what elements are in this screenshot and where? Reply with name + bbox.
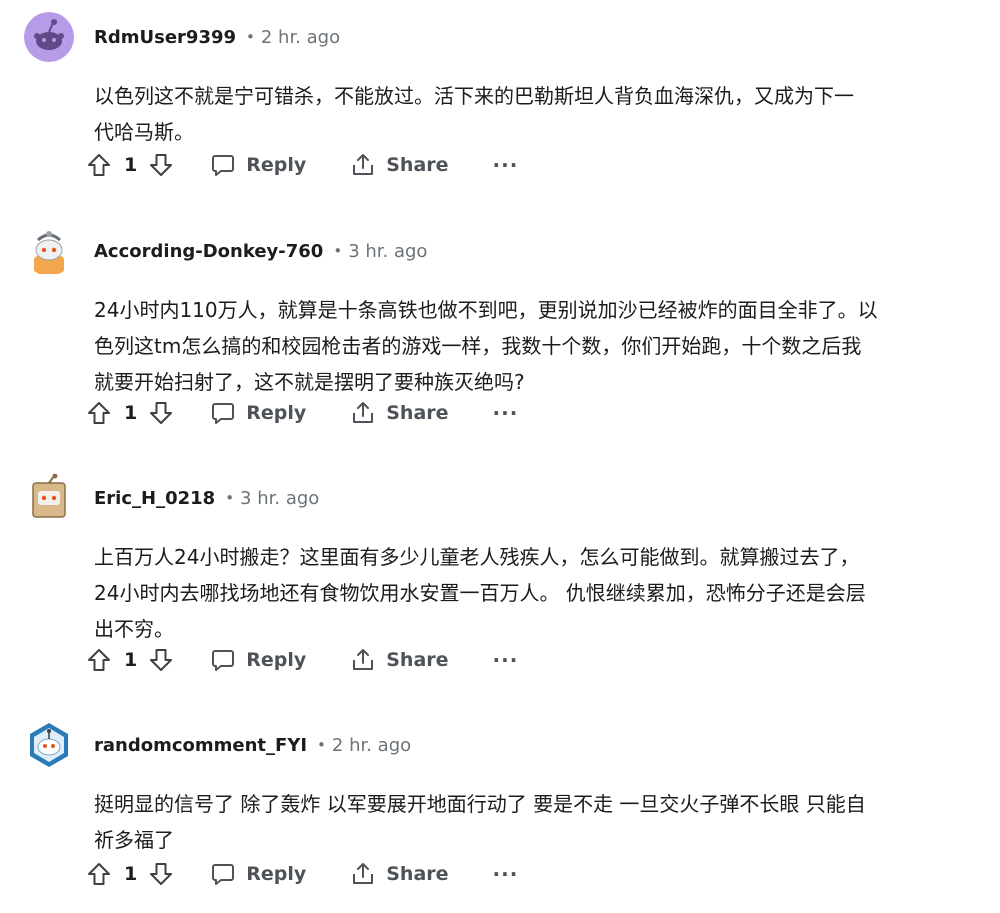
speech-bubble-icon: [210, 647, 236, 673]
upvote-arrow-icon[interactable]: [86, 647, 112, 673]
share-upload-icon: [350, 152, 376, 178]
username[interactable]: RdmUser9399: [94, 27, 236, 48]
share-button[interactable]: Share: [350, 152, 449, 178]
timestamp[interactable]: 3 hr. ago: [240, 488, 319, 509]
username[interactable]: Eric_H_0218: [94, 488, 215, 509]
reply-label: Reply: [246, 649, 307, 671]
avatar[interactable]: [24, 720, 74, 770]
upvote-arrow-icon[interactable]: [86, 152, 112, 178]
more-options-button[interactable]: ···: [493, 862, 519, 886]
reply-label: Reply: [246, 154, 307, 176]
separator-dot: •: [333, 242, 343, 260]
share-button[interactable]: Share: [350, 400, 449, 426]
downvote-arrow-icon[interactable]: [148, 647, 174, 673]
downvote-arrow-icon[interactable]: [148, 400, 174, 426]
vote-score: 1: [124, 649, 138, 671]
speech-bubble-icon: [210, 152, 236, 178]
separator-dot: •: [225, 489, 235, 507]
avatar[interactable]: [24, 226, 74, 276]
avatar[interactable]: [24, 12, 74, 62]
share-label: Share: [386, 863, 449, 885]
timestamp[interactable]: 2 hr. ago: [261, 27, 340, 48]
downvote-arrow-icon[interactable]: [148, 861, 174, 887]
comment-body: 以色列这不就是宁可错杀，不能放过。活下来的巴勒斯坦人背负血海深仇，又成为下一 代…: [94, 84, 854, 144]
timestamp[interactable]: 2 hr. ago: [332, 735, 411, 756]
separator-dot: •: [246, 28, 255, 46]
reply-button[interactable]: Reply: [210, 400, 306, 426]
snoo-avatar-icon: [24, 226, 74, 276]
comment-actions: 1 Reply Share ···: [86, 645, 518, 675]
reply-label: Reply: [246, 863, 307, 885]
snoo-avatar-icon: [24, 473, 74, 523]
comment-body: 挺明显的信号了 除了轰炸 以军要展开地面行动了 要是不走 一旦交火子弹不长眼 只…: [94, 792, 866, 852]
vote-score: 1: [124, 863, 138, 885]
username[interactable]: randomcomment_FYI: [94, 735, 307, 756]
downvote-arrow-icon[interactable]: [148, 152, 174, 178]
share-button[interactable]: Share: [350, 861, 449, 887]
share-upload-icon: [350, 861, 376, 887]
reply-button[interactable]: Reply: [210, 647, 306, 673]
share-button[interactable]: Share: [350, 647, 449, 673]
speech-bubble-icon: [210, 861, 236, 887]
comment-body: 上百万人24小时搬走？这里面有多少儿童老人残疾人，怎么可能做到。就算搬过去了， …: [94, 545, 866, 641]
comment-meta: According-Donkey-760 • 3 hr. ago: [94, 238, 427, 264]
snoo-avatar-icon: [24, 720, 74, 770]
avatar[interactable]: [24, 473, 74, 523]
timestamp[interactable]: 3 hr. ago: [348, 241, 427, 262]
reply-button[interactable]: Reply: [210, 861, 306, 887]
vote-score: 1: [124, 154, 138, 176]
comment-meta: Eric_H_0218 • 3 hr. ago: [94, 485, 319, 511]
speech-bubble-icon: [210, 400, 236, 426]
comment-actions: 1 Reply Share ···: [86, 150, 518, 180]
snoo-avatar-icon: [24, 12, 74, 62]
more-options-button[interactable]: ···: [493, 401, 519, 425]
upvote-arrow-icon[interactable]: [86, 861, 112, 887]
reply-label: Reply: [246, 402, 307, 424]
comment-actions: 1 Reply Share ···: [86, 859, 518, 889]
share-label: Share: [386, 154, 449, 176]
share-label: Share: [386, 649, 449, 671]
share-label: Share: [386, 402, 449, 424]
comment-body: 24小时内110万人，就算是十条高铁也做不到吧，更别说加沙已经被炸的面目全非了。…: [94, 298, 878, 394]
share-upload-icon: [350, 647, 376, 673]
separator-dot: •: [317, 736, 326, 754]
vote-score: 1: [124, 402, 138, 424]
share-upload-icon: [350, 400, 376, 426]
comment-meta: RdmUser9399 • 2 hr. ago: [94, 24, 340, 50]
comment-actions: 1 Reply Share ···: [86, 398, 518, 428]
upvote-arrow-icon[interactable]: [86, 400, 112, 426]
more-options-button[interactable]: ···: [493, 648, 519, 672]
comment-meta: randomcomment_FYI • 2 hr. ago: [94, 732, 411, 758]
more-options-button[interactable]: ···: [493, 153, 519, 177]
username[interactable]: According-Donkey-760: [94, 241, 323, 262]
reply-button[interactable]: Reply: [210, 152, 306, 178]
